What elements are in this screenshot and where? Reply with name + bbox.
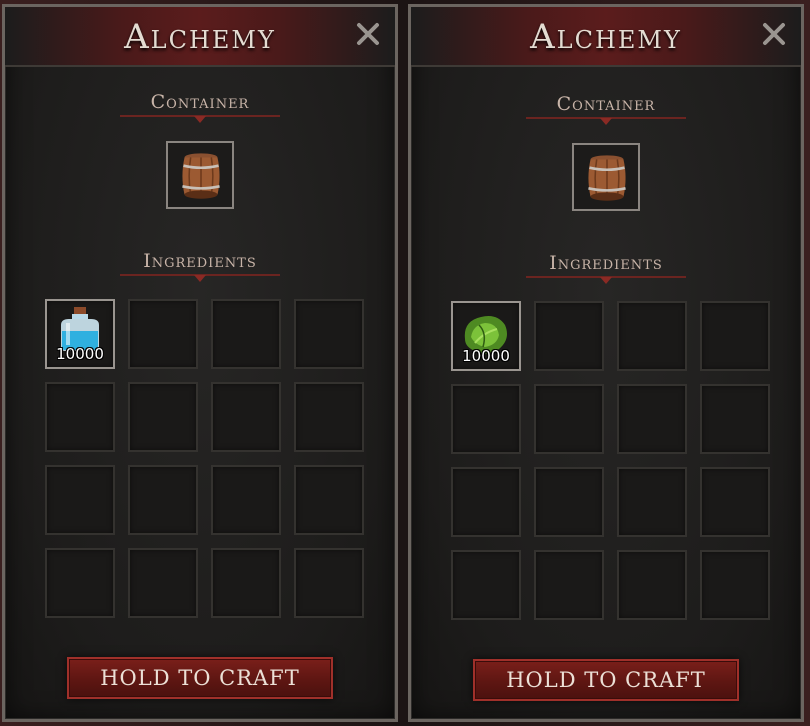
ingredient-slot[interactable] <box>700 550 770 620</box>
panel-title: Alchemy <box>124 17 276 57</box>
ingredient-slot[interactable] <box>534 550 604 620</box>
ingredient-slot[interactable] <box>534 467 604 537</box>
ingredient-slot[interactable] <box>45 382 115 452</box>
section-divider <box>526 276 686 284</box>
ingredient-slot[interactable] <box>45 465 115 535</box>
hold-to-craft-button[interactable]: HOLD TO CRAFT <box>473 659 739 701</box>
ingredient-slot[interactable] <box>534 301 604 371</box>
ingredient-slot[interactable] <box>211 465 281 535</box>
ingredient-slot[interactable] <box>45 548 115 618</box>
item-quantity: 10000 <box>462 347 510 365</box>
ingredient-slot[interactable] <box>617 467 687 537</box>
close-icon[interactable] <box>355 21 381 47</box>
ingredient-slot[interactable] <box>617 550 687 620</box>
ingredient-slot[interactable] <box>294 299 364 369</box>
ingredient-slot[interactable] <box>617 384 687 454</box>
section-divider <box>120 115 280 123</box>
item-quantity: 10000 <box>56 345 104 363</box>
ingredient-slot[interactable] <box>128 382 198 452</box>
section-divider <box>120 274 280 282</box>
title-bar: Alchemy <box>5 7 395 67</box>
ingredient-slot[interactable]: 10000 <box>451 301 521 371</box>
alchemy-panel-right: Alchemy Container Ingredients 10000 HOLD… <box>408 4 804 722</box>
ingredient-slot[interactable]: 10000 <box>45 299 115 369</box>
ingredient-slot[interactable] <box>128 465 198 535</box>
container-slot[interactable] <box>166 141 234 209</box>
ingredient-slot[interactable] <box>128 299 198 369</box>
ingredient-slot[interactable] <box>451 384 521 454</box>
barrel-icon <box>588 155 626 201</box>
ingredient-grid: 10000 <box>449 301 771 623</box>
ingredients-label: Ingredients <box>549 252 663 274</box>
ingredient-slot[interactable] <box>451 550 521 620</box>
ingredient-slot[interactable] <box>128 548 198 618</box>
container-label: Container <box>556 93 656 115</box>
container-slot[interactable] <box>572 143 640 211</box>
hold-to-craft-button[interactable]: HOLD TO CRAFT <box>67 657 333 699</box>
ingredient-slot[interactable] <box>534 384 604 454</box>
ingredient-slot[interactable] <box>700 467 770 537</box>
panel-title: Alchemy <box>530 17 682 57</box>
ingredient-slot[interactable] <box>211 382 281 452</box>
ingredient-slot[interactable] <box>294 548 364 618</box>
ingredient-slot[interactable] <box>700 384 770 454</box>
barrel-icon <box>182 153 220 199</box>
close-icon[interactable] <box>761 21 787 47</box>
ingredient-grid: 10000 <box>43 299 365 621</box>
alchemy-panel-left: Alchemy Container Ingredients 10000 HOLD… <box>2 4 398 722</box>
ingredient-slot[interactable] <box>294 465 364 535</box>
ingredient-slot[interactable] <box>451 467 521 537</box>
ingredient-slot[interactable] <box>211 299 281 369</box>
container-label: Container <box>150 91 250 113</box>
game-screen: Alchemy Container Ingredients 10000 HOLD… <box>0 0 810 726</box>
section-divider <box>526 117 686 125</box>
ingredient-slot[interactable] <box>211 548 281 618</box>
title-bar: Alchemy <box>411 7 801 67</box>
ingredients-label: Ingredients <box>143 250 257 272</box>
ingredient-slot[interactable] <box>294 382 364 452</box>
ingredient-slot[interactable] <box>617 301 687 371</box>
ingredient-slot[interactable] <box>700 301 770 371</box>
